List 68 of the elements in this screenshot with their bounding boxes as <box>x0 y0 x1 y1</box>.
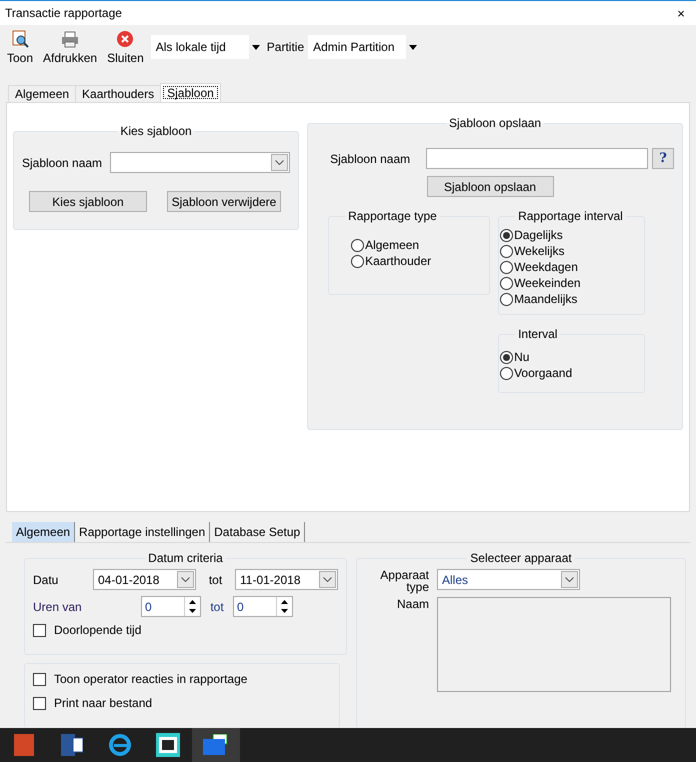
checkbox-label: Doorlopende tijd <box>54 623 142 637</box>
radio-option[interactable]: Nu <box>500 349 636 365</box>
help-button[interactable]: ? <box>652 148 674 169</box>
checkbox[interactable] <box>33 624 46 636</box>
field-label: Sjabloon naam <box>330 152 412 166</box>
field-label: Uren van <box>33 600 83 614</box>
field-label: Naam <box>396 597 429 613</box>
radio-option[interactable]: Algemeen <box>351 237 482 253</box>
radio-option[interactable]: Weekdagen <box>500 259 636 275</box>
partition-label: Partitie <box>266 40 304 54</box>
document-magnifier-icon <box>10 29 30 49</box>
save-template-button[interactable]: Sjabloon opslaan <box>426 176 554 197</box>
partition-dropdown[interactable]: Admin Partition <box>308 35 420 59</box>
radio-button[interactable] <box>500 350 514 364</box>
radio-button[interactable] <box>500 276 514 290</box>
printer-icon <box>60 29 80 49</box>
group-title: Selecteer apparaat <box>469 551 573 565</box>
radio-option[interactable]: Dagelijks <box>500 227 636 243</box>
template-name-field[interactable] <box>426 148 648 169</box>
radio-button[interactable] <box>351 238 364 252</box>
toolbar-button[interactable]: Toon <box>4 29 36 65</box>
checkbox[interactable] <box>33 672 46 686</box>
group-title: Datum criteria <box>147 551 224 565</box>
radio-option[interactable]: Maandelijks <box>500 291 636 307</box>
tab[interactable]: Sjabloon <box>160 83 221 102</box>
device-type-dropdown[interactable]: Alles <box>437 569 580 590</box>
time-mode-dropdown[interactable]: Als lokale tijd <box>150 35 263 59</box>
group-title: Rapportage interval <box>517 209 624 223</box>
field-label: tot <box>208 572 224 586</box>
spin-box[interactable]: 0 <box>233 596 293 617</box>
chevron-down-icon <box>177 571 194 588</box>
radio-button[interactable] <box>500 244 514 258</box>
chevron-down-icon <box>271 154 288 171</box>
spin-box[interactable]: 0 <box>141 596 201 617</box>
date-picker[interactable]: 11-01-2018 <box>235 569 338 590</box>
tab[interactable]: Algemeen <box>8 85 76 102</box>
radio-button[interactable] <box>500 260 514 274</box>
checkbox-label: Print naar bestand <box>54 696 152 710</box>
toolbar-button[interactable]: Afdrukken <box>40 29 100 65</box>
chevron-down-icon <box>561 571 578 588</box>
field-label: Datu <box>33 572 60 586</box>
button[interactable]: Sjabloon verwijdere <box>167 191 281 212</box>
radio-option[interactable]: Weekeinden <box>500 275 636 291</box>
toolbar-button[interactable]: Sluiten <box>104 29 147 65</box>
field-label: tot <box>209 600 225 614</box>
radio-button[interactable] <box>351 254 364 268</box>
folder-app-icon[interactable] <box>203 734 229 756</box>
close-icon <box>115 29 136 49</box>
close-button[interactable]: × <box>666 1 696 25</box>
tab[interactable]: Algemeen <box>12 522 76 542</box>
radio-option[interactable]: Kaarthouder <box>351 253 482 269</box>
field-label: Apparaat type <box>379 569 429 593</box>
group-title: Rapportage type <box>347 209 438 223</box>
group-title: Sjabloon opslaan <box>448 116 542 130</box>
date-picker[interactable]: 04-01-2018 <box>93 569 196 590</box>
radio-button[interactable] <box>500 228 514 242</box>
radio-button[interactable] <box>500 366 514 380</box>
button[interactable]: Kies sjabloon <box>29 191 147 212</box>
checkbox-label: Toon operator reacties in rapportage <box>54 672 248 686</box>
chevron-down-icon <box>319 571 336 588</box>
group-title: Kies sjabloon <box>119 124 193 138</box>
field-label: Sjabloon naam <box>22 156 102 170</box>
window-title: Transactie rapportage <box>5 6 122 20</box>
radio-option[interactable]: Voorgaand <box>500 365 636 381</box>
radio-option[interactable]: Wekelijks <box>500 243 636 259</box>
checkbox[interactable] <box>33 696 46 710</box>
radio-button[interactable] <box>500 292 514 306</box>
group-title: Interval <box>517 327 558 341</box>
